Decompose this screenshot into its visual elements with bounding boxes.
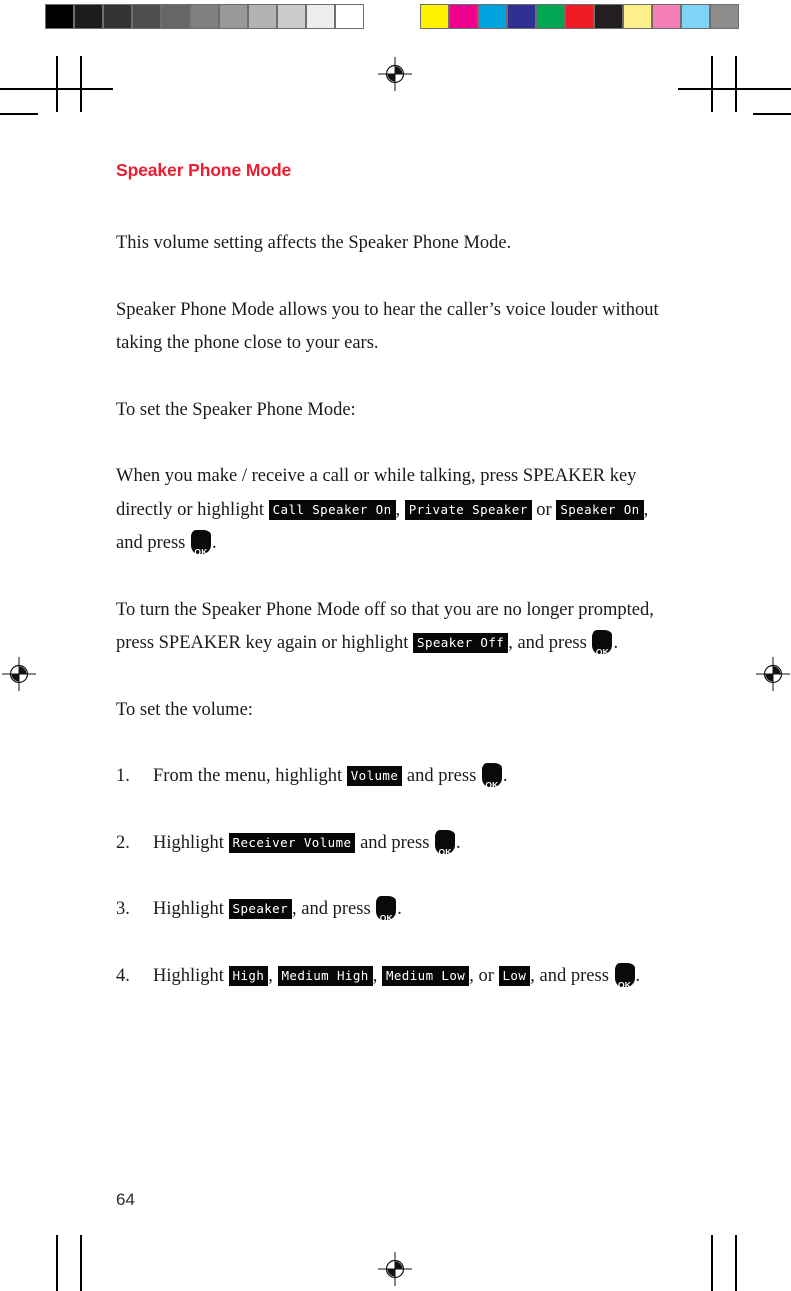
text-run: .	[397, 899, 402, 919]
text-run: From the menu, highlight	[153, 766, 347, 786]
ok-key-label: OK	[194, 547, 208, 557]
text-run: .	[456, 832, 461, 853]
paragraph-to-set-volume: To set the volume:	[116, 699, 253, 720]
step-number: 1.	[116, 766, 130, 786]
color-patch-5	[566, 5, 593, 28]
color-patch-9	[682, 5, 709, 28]
page-number: 64	[116, 1190, 135, 1209]
lcd-label-speaker: Speaker	[228, 899, 293, 919]
paragraph-volume-setting: This volume setting affects the Speaker …	[116, 233, 512, 253]
paragraph-turn-off-instructions: To turn the Speaker Phone Mode off so th…	[116, 594, 676, 661]
text-run: and press	[402, 766, 481, 786]
text-run: , and press	[508, 633, 592, 653]
ok-key-label: OK	[379, 913, 393, 923]
lcd-label-volume: Volume	[346, 766, 403, 786]
text-run: ,	[268, 965, 278, 986]
lcd-label-call-speaker-on: Call Speaker On	[268, 499, 396, 520]
page-title: Speaker Phone Mode	[116, 160, 292, 180]
step-item-1: 1. From the menu, highlight Volume and pr…	[116, 760, 676, 794]
text-run: ,	[395, 499, 405, 520]
step-item-4: 4. Highlight High, Medium High, Medium Lo…	[116, 960, 676, 994]
ok-key-label: OK	[485, 780, 499, 790]
paragraph-mode-description: Speaker Phone Mode allows you to hear th…	[116, 299, 659, 354]
text-run: , and press	[292, 899, 376, 919]
ok-key-icon: OK	[481, 763, 502, 790]
page-content: Speaker Phone Mode This volume setting a…	[116, 160, 676, 1026]
gray-patch-5	[191, 5, 218, 28]
gray-patch-1	[75, 5, 102, 28]
lcd-label-medium-low: Medium Low	[381, 965, 470, 986]
ok-key-icon: OK	[376, 896, 397, 923]
lcd-label-high: High	[228, 965, 269, 986]
gray-patch-6	[220, 5, 247, 28]
text-run: , or	[469, 965, 499, 986]
color-patch-3	[508, 5, 535, 28]
process-color-bar	[420, 4, 739, 29]
step-item-3: 3. Highlight Speaker, and press OK.	[116, 893, 676, 927]
lcd-label-private-speaker: Private Speaker	[404, 499, 532, 520]
gray-patch-4	[162, 5, 189, 28]
lcd-label-low: Low	[498, 965, 531, 986]
gray-patch-2	[104, 5, 131, 28]
lcd-label-receiver-volume: Receiver Volume	[228, 832, 356, 853]
numbered-step-list: 1. From the menu, highlight Volume and pr…	[116, 760, 676, 993]
text-run: , and press	[530, 965, 614, 986]
lcd-label-speaker-off: Speaker Off	[413, 633, 509, 653]
text-run: Highlight	[153, 965, 229, 986]
step-item-2: 2. Highlight Receiver Volume and press OK…	[116, 827, 676, 861]
registration-target-right	[756, 657, 790, 691]
gray-patch-9	[307, 5, 334, 28]
color-patch-4	[537, 5, 564, 28]
paragraph-turn-on-instructions: When you make / receive a call or while …	[116, 460, 676, 561]
color-patch-0	[421, 5, 448, 28]
ok-key-label: OK	[438, 846, 452, 857]
text-run: Highlight	[153, 832, 229, 853]
text-run: .	[613, 633, 619, 653]
gray-patch-3	[133, 5, 160, 28]
lcd-label-speaker-on: Speaker On	[556, 499, 644, 520]
ok-key-icon: OK	[614, 962, 635, 990]
registration-target-bottom	[378, 1252, 412, 1286]
registration-target-top	[378, 57, 412, 91]
text-run: or	[531, 499, 557, 520]
lcd-label-medium-high: Medium High	[277, 965, 373, 986]
text-run: .	[502, 766, 508, 786]
color-patch-2	[479, 5, 506, 28]
text-run: Highlight	[153, 899, 229, 919]
text-run: .	[211, 533, 217, 553]
color-patch-8	[653, 5, 680, 28]
ok-key-icon: OK	[592, 630, 613, 657]
step-number: 2.	[116, 832, 130, 853]
text-run: ,	[372, 965, 382, 986]
color-patch-1	[450, 5, 477, 28]
gray-patch-0	[46, 5, 73, 28]
ok-key-icon: OK	[190, 530, 211, 557]
step-number: 4.	[116, 965, 130, 986]
gray-patch-8	[278, 5, 305, 28]
color-patch-10	[711, 5, 738, 28]
grayscale-step-wedge	[45, 4, 364, 29]
print-calibration-strip	[0, 0, 791, 33]
ok-key-label: OK	[595, 647, 610, 657]
ok-key-label: OK	[617, 979, 632, 990]
gray-patch-10	[336, 5, 363, 28]
text-run: .	[635, 965, 641, 986]
step-number: 3.	[116, 899, 130, 919]
color-patch-7	[624, 5, 651, 28]
ok-key-icon: OK	[435, 829, 456, 857]
color-patch-6	[595, 5, 622, 28]
paragraph-to-set-mode: To set the Speaker Phone Mode:	[116, 399, 356, 420]
text-run: and press	[355, 832, 435, 853]
gray-patch-7	[249, 5, 276, 28]
registration-target-left	[2, 657, 36, 691]
